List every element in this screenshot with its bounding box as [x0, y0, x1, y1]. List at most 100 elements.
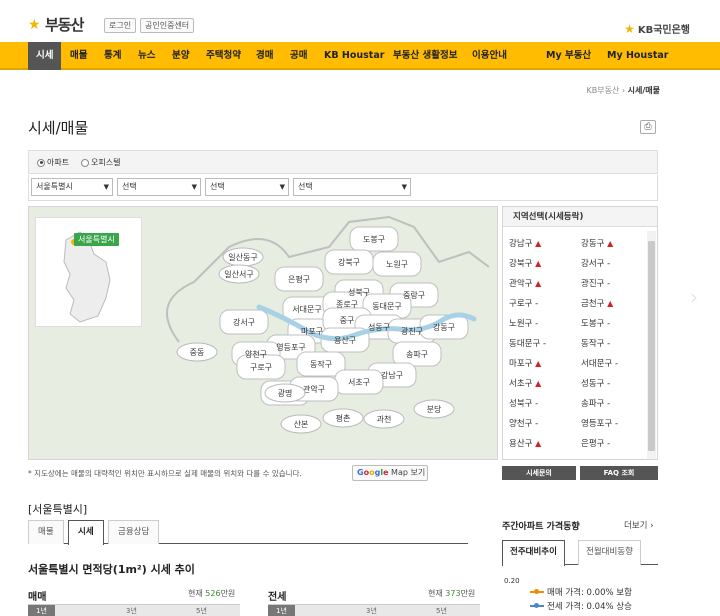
- tab-month-over-month[interactable]: 전월대비동향: [578, 540, 641, 565]
- district-label[interactable]: 강서구: [233, 317, 255, 327]
- tab-listings[interactable]: 매물: [28, 520, 64, 544]
- print-icon[interactable]: ⎙: [640, 120, 656, 134]
- region-item[interactable]: 관악구 ▲: [509, 277, 541, 289]
- outer-city-label[interactable]: 과천: [377, 414, 392, 424]
- region-item[interactable]: 영등포구 -: [581, 417, 618, 429]
- price-inquiry-button[interactable]: 시세문의: [502, 466, 576, 480]
- select-city[interactable]: 서울특별시 ▼: [31, 178, 113, 196]
- more-link[interactable]: 더보기 ›: [624, 519, 654, 531]
- tab-loan-consult[interactable]: 금융상담: [108, 520, 160, 544]
- district-label[interactable]: 중구: [340, 316, 355, 325]
- seoul-map[interactable]: 서울특별시 도봉구 강북구 노원구 은평구 성북구 중랑구 서대문구 종로구 동대문구 마포구 중구…: [28, 206, 498, 460]
- region-item[interactable]: 은평구 -: [581, 437, 610, 449]
- district-label[interactable]: 성북구: [348, 288, 370, 297]
- region-item[interactable]: 강남구 ▲: [509, 237, 541, 249]
- legend-sale: 매매 가격: 0.00% 보합: [530, 586, 632, 598]
- region-item[interactable]: 성동구 -: [581, 377, 610, 389]
- district-label[interactable]: 양천구: [245, 349, 267, 359]
- region-scrollbar[interactable]: [647, 231, 656, 459]
- tab-week-over-week[interactable]: 전주대비추이: [502, 540, 565, 566]
- region-item[interactable]: 강서구 -: [581, 257, 610, 269]
- district-label[interactable]: 마포구: [301, 327, 323, 336]
- district-label[interactable]: 관악구: [303, 384, 325, 394]
- district-label[interactable]: 성동구: [368, 323, 390, 332]
- region-item[interactable]: 동작구 -: [581, 337, 610, 349]
- nav-item-subscription[interactable]: 주택청약: [206, 42, 241, 70]
- select-complex[interactable]: 선택 ▼: [293, 178, 411, 196]
- district-label[interactable]: 강북구: [338, 257, 360, 267]
- district-label[interactable]: 용산구: [334, 335, 356, 345]
- district-label[interactable]: 종로구: [336, 300, 358, 309]
- sale-period-1y[interactable]: 1년: [28, 605, 55, 616]
- nav-item-guide[interactable]: 이용안내: [472, 42, 507, 70]
- district-label[interactable]: 강남구: [381, 370, 403, 380]
- radio-apartment[interactable]: 아파트: [37, 157, 69, 168]
- region-item[interactable]: 강동구 ▲: [581, 237, 613, 249]
- agent-center-button[interactable]: 공인인중센터: [140, 18, 195, 33]
- region-item[interactable]: 송파구 -: [581, 397, 610, 409]
- kb-bank-logo[interactable]: ★ KB국민은행: [624, 21, 690, 37]
- kb-realestate-logo[interactable]: ★ 부동산: [28, 14, 84, 35]
- region-item[interactable]: 동대문구 -: [509, 337, 546, 349]
- outer-city-label[interactable]: 일산동구: [228, 252, 257, 262]
- district-label[interactable]: 동작구: [310, 359, 332, 369]
- region-item[interactable]: 성북구 -: [509, 397, 538, 409]
- nav-item-living-info[interactable]: 부동산 생활정보: [393, 42, 458, 70]
- select-district[interactable]: 선택 ▼: [117, 178, 201, 196]
- nav-item-price[interactable]: 시세: [28, 42, 62, 70]
- nav-item-presale[interactable]: 분양: [172, 42, 189, 70]
- radio-officetel[interactable]: 오피스텔: [81, 157, 120, 168]
- rent-period-5y[interactable]: 5년: [436, 606, 447, 616]
- sale-period-5y[interactable]: 5년: [196, 606, 207, 616]
- district-label[interactable]: 강동구: [433, 322, 455, 332]
- outer-city-label[interactable]: 분당: [427, 404, 442, 414]
- district-label[interactable]: 구로구: [250, 363, 272, 372]
- nav-item-news[interactable]: 뉴스: [138, 42, 155, 70]
- district-label[interactable]: 서대문구: [292, 305, 321, 314]
- outer-city-label[interactable]: 중동: [190, 348, 205, 357]
- region-item[interactable]: 광진구 -: [581, 277, 610, 289]
- district-label[interactable]: 동대문구: [372, 302, 401, 311]
- login-button[interactable]: 로그인: [104, 18, 137, 33]
- tab-price[interactable]: 시세: [68, 520, 104, 545]
- select-dong[interactable]: 선택 ▼: [205, 178, 289, 196]
- scrollbar-thumb[interactable]: [648, 241, 655, 451]
- region-item[interactable]: 노원구 -: [509, 317, 538, 329]
- region-item[interactable]: 금천구 ▲: [581, 297, 613, 309]
- region-item[interactable]: 마포구 ▲: [509, 357, 541, 369]
- district-label[interactable]: 도봉구: [363, 235, 385, 244]
- region-item[interactable]: 용산구 ▲: [509, 437, 541, 449]
- breadcrumb-home[interactable]: KB부동산: [587, 86, 620, 95]
- nav-item-my-realestate[interactable]: My 부동산: [546, 42, 591, 70]
- region-item[interactable]: 서대문구 -: [581, 357, 618, 369]
- outer-city-label[interactable]: 일산서구: [224, 269, 253, 279]
- outer-city-label[interactable]: 평촌: [336, 413, 351, 423]
- rent-period-3y[interactable]: 3년: [366, 606, 377, 616]
- rent-period-1y[interactable]: 1년: [268, 605, 295, 616]
- region-item[interactable]: 양천구 -: [509, 417, 538, 429]
- district-label[interactable]: 광진구: [401, 326, 423, 336]
- outer-city-label[interactable]: 광명: [278, 388, 293, 398]
- outer-city-label[interactable]: 산본: [294, 419, 309, 429]
- region-item[interactable]: 서초구 ▲: [509, 377, 541, 389]
- nav-item-stats[interactable]: 통계: [104, 42, 121, 70]
- nav-item-my-houstar[interactable]: My Houstar: [607, 42, 669, 70]
- nav-item-listings[interactable]: 매물: [70, 42, 87, 70]
- nav-item-auction[interactable]: 경매: [256, 42, 273, 70]
- nav-item-kb-houstar[interactable]: KB Houstar: [324, 42, 384, 70]
- faq-button[interactable]: FAQ 조회: [580, 466, 658, 480]
- next-arrow-icon[interactable]: ›: [690, 285, 698, 309]
- district-label[interactable]: 중랑구: [403, 290, 425, 300]
- trend-flat: -: [607, 259, 611, 269]
- district-label[interactable]: 노원구: [386, 260, 408, 269]
- district-label[interactable]: 은평구: [288, 274, 310, 284]
- district-label[interactable]: 서초구: [348, 378, 370, 387]
- google-map-button[interactable]: Google Map 보기: [352, 465, 428, 481]
- region-item[interactable]: 구로구 -: [509, 297, 538, 309]
- nav-item-public-sale[interactable]: 공매: [290, 42, 307, 70]
- region-item[interactable]: 도봉구 -: [581, 317, 610, 329]
- region-item[interactable]: 강북구 ▲: [509, 257, 541, 269]
- sale-period-3y[interactable]: 3년: [126, 606, 137, 616]
- district-label[interactable]: 송파구: [406, 350, 428, 359]
- district-label[interactable]: 영등포구: [276, 342, 305, 352]
